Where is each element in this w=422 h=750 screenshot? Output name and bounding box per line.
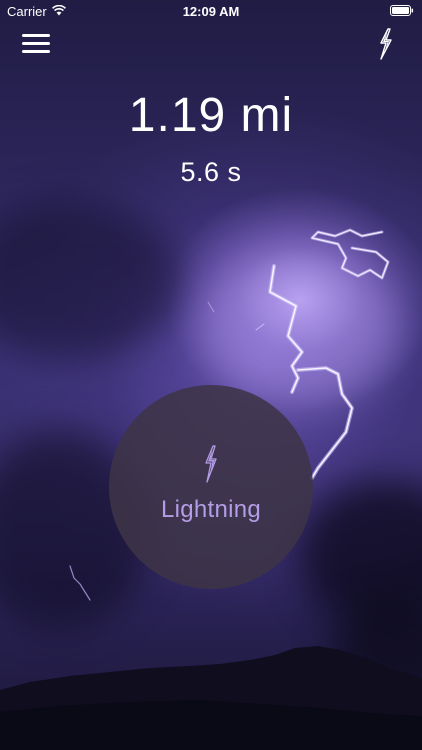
status-time: 12:09 AM	[182, 4, 240, 19]
time-readout: 5.6 s	[180, 157, 242, 187]
distance-readout: 1.19 mi	[128, 89, 294, 142]
battery-full-icon	[390, 5, 414, 16]
lightning-bolt-icon[interactable]	[378, 28, 394, 60]
status-bar: Carrier 12:09 AM	[0, 0, 422, 24]
app-screen: Carrier 12:09 AM 1.19 mi 5.6 s Lightning	[0, 0, 422, 750]
hamburger-menu-icon[interactable]	[22, 34, 50, 56]
lightning-button[interactable]: Lightning	[109, 385, 313, 589]
lightning-bolt-icon	[205, 445, 217, 483]
lightning-button-label: Lightning	[160, 496, 262, 523]
